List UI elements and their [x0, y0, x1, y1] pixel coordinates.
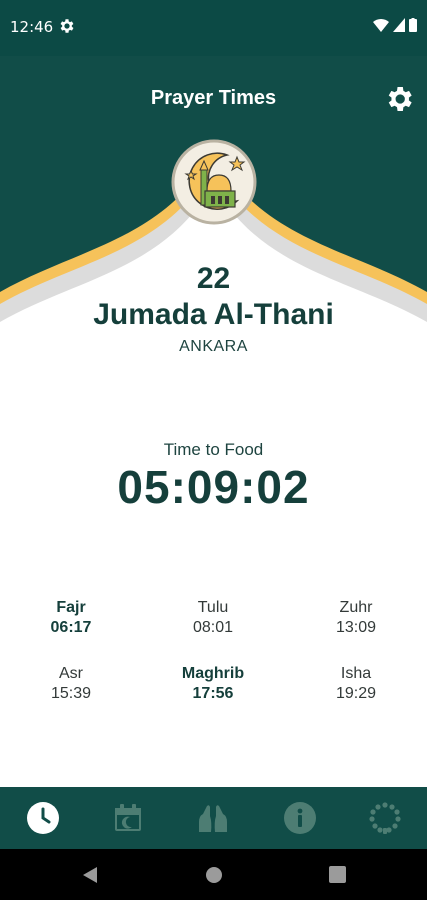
- prayer-tulu: Tulu 08:01: [142, 598, 284, 638]
- info-icon: [284, 802, 316, 834]
- prayer-fajr: Fajr 06:17: [0, 598, 142, 638]
- prayer-name: Asr: [59, 665, 83, 682]
- back-icon[interactable]: [81, 866, 99, 884]
- settings-notification-icon: [60, 19, 74, 33]
- prayer-beads-icon: [369, 802, 401, 834]
- nav-dua[interactable]: [195, 800, 231, 836]
- status-time: 12:46: [10, 18, 54, 36]
- prayer-time: 13:09: [335, 619, 377, 636]
- countdown-timer: 05:09:02: [117, 461, 310, 513]
- prayer-zuhr: Zuhr 13:09: [285, 598, 427, 638]
- praying-hands-icon: [199, 805, 227, 832]
- bottom-navigation: [0, 787, 427, 849]
- prayer-name: Fajr: [56, 599, 86, 616]
- location-city: ANKARA: [179, 338, 248, 355]
- nav-calendar[interactable]: [110, 800, 146, 836]
- nav-tasbih[interactable]: [367, 800, 403, 836]
- battery-icon: [409, 18, 417, 32]
- hijri-month: Jumada Al-Thani: [93, 298, 334, 331]
- prayer-maghrib: Maghrib 17:56: [142, 664, 284, 704]
- prayer-name: Isha: [340, 665, 372, 682]
- prayer-name: Maghrib: [181, 665, 245, 682]
- home-icon[interactable]: [205, 866, 223, 884]
- nav-info[interactable]: [282, 800, 318, 836]
- settings-button[interactable]: [383, 83, 415, 115]
- prayer-time: 17:56: [192, 685, 234, 702]
- clock-icon: [27, 802, 59, 834]
- hijri-day: 22: [196, 262, 231, 295]
- cell-signal-icon: [393, 18, 405, 32]
- prayer-time: 06:17: [50, 619, 92, 636]
- prayer-time: 19:29: [335, 685, 377, 702]
- prayer-time: 15:39: [50, 685, 92, 702]
- prayer-name: Zuhr: [339, 599, 373, 616]
- prayer-time: 08:01: [192, 619, 234, 636]
- prayer-asr: Asr 15:39: [0, 664, 142, 704]
- mosque-emblem-icon: [171, 139, 257, 225]
- countdown-label: Time to Food: [163, 440, 264, 459]
- app-title: Prayer Times: [150, 87, 277, 109]
- prayer-isha: Isha 19:29: [285, 664, 427, 704]
- calendar-icon: [115, 804, 141, 831]
- recents-icon[interactable]: [329, 866, 346, 883]
- app-bar: Prayer Times: [0, 56, 427, 132]
- status-bar: 12:46: [0, 0, 427, 56]
- prayer-name: Tulu: [197, 599, 229, 616]
- system-navigation-bar: [0, 849, 427, 900]
- wifi-icon: [373, 18, 389, 32]
- nav-prayer-times[interactable]: [25, 800, 61, 836]
- gear-icon: [388, 87, 412, 111]
